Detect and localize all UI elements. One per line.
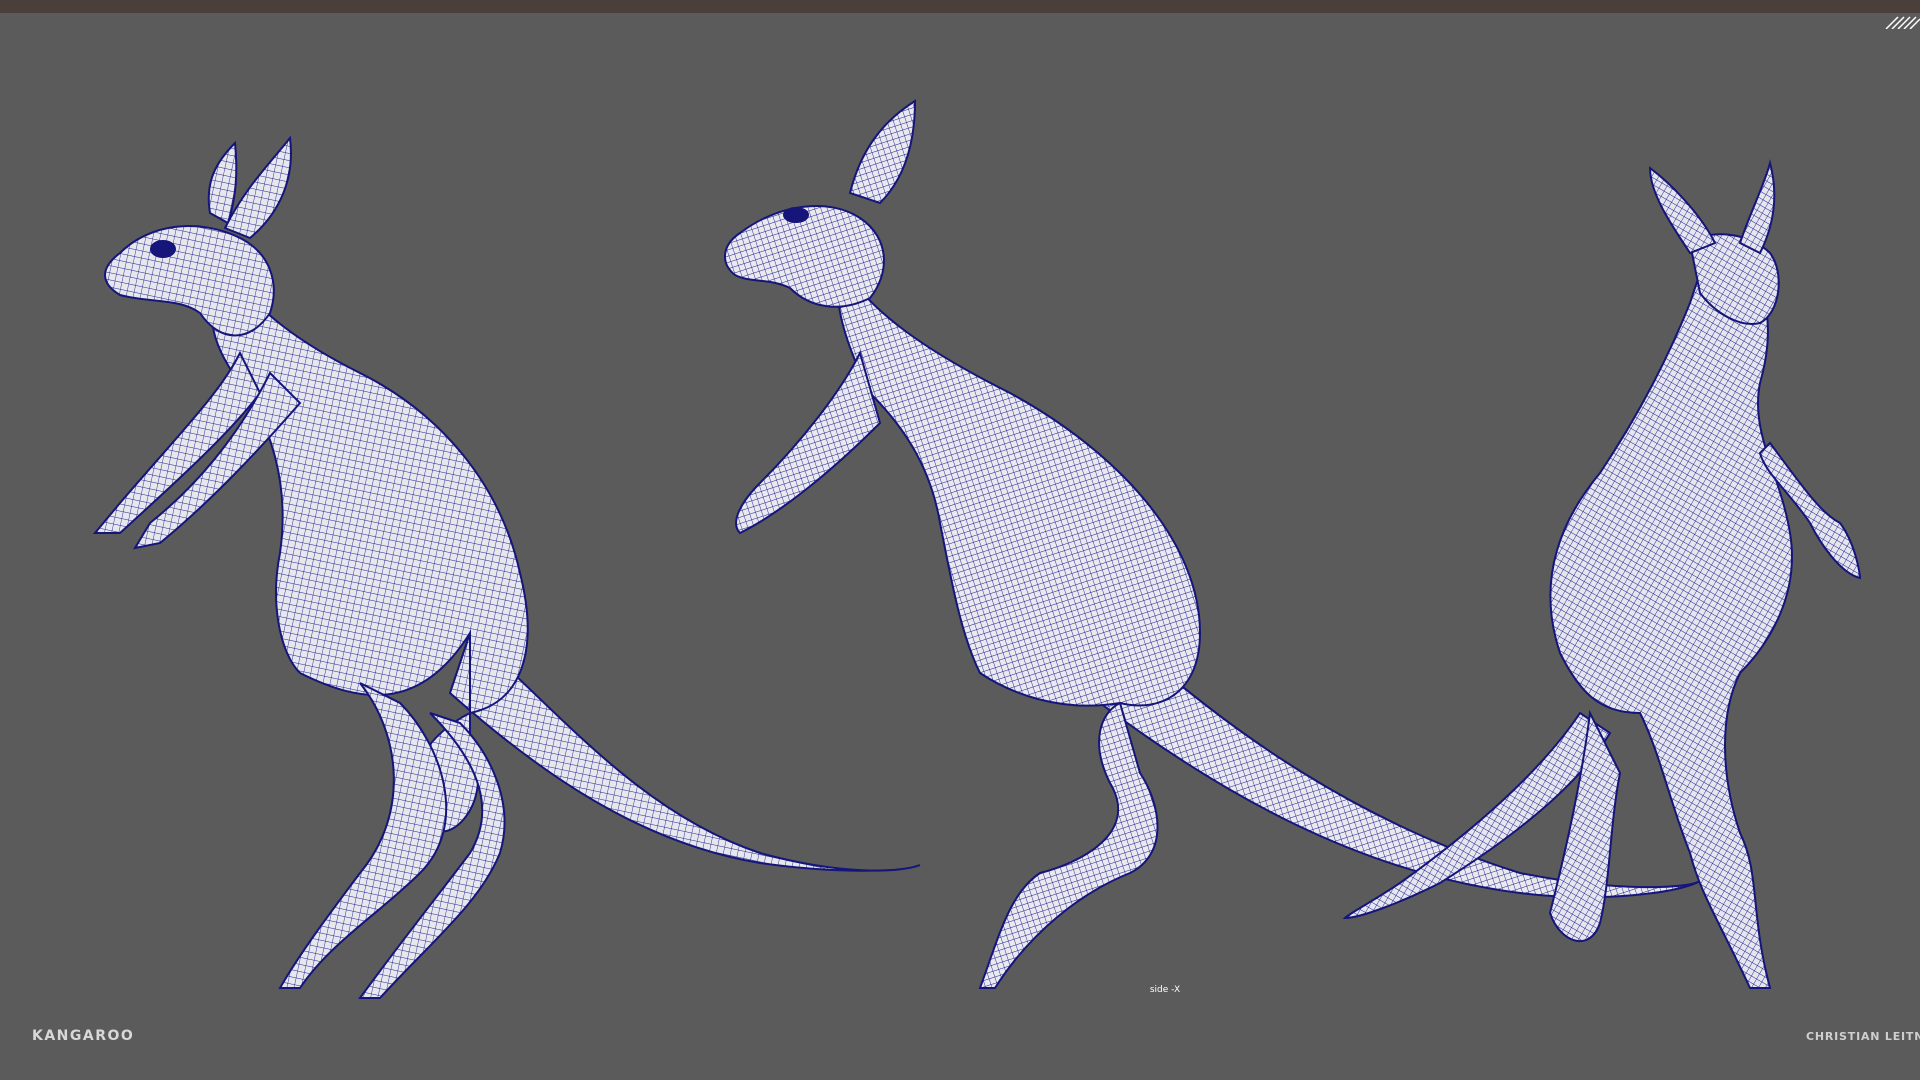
3d-viewport[interactable] <box>0 13 1920 1080</box>
author-credit: CHRISTIAN LEITNE <box>1806 1030 1920 1043</box>
project-title: KANGAROO <box>32 1028 135 1044</box>
camera-label: side -X <box>1149 985 1181 995</box>
viewport-canvas <box>92 99 1862 999</box>
top-bar <box>0 0 1920 13</box>
kangaroo-side-view[interactable] <box>724 99 1701 989</box>
